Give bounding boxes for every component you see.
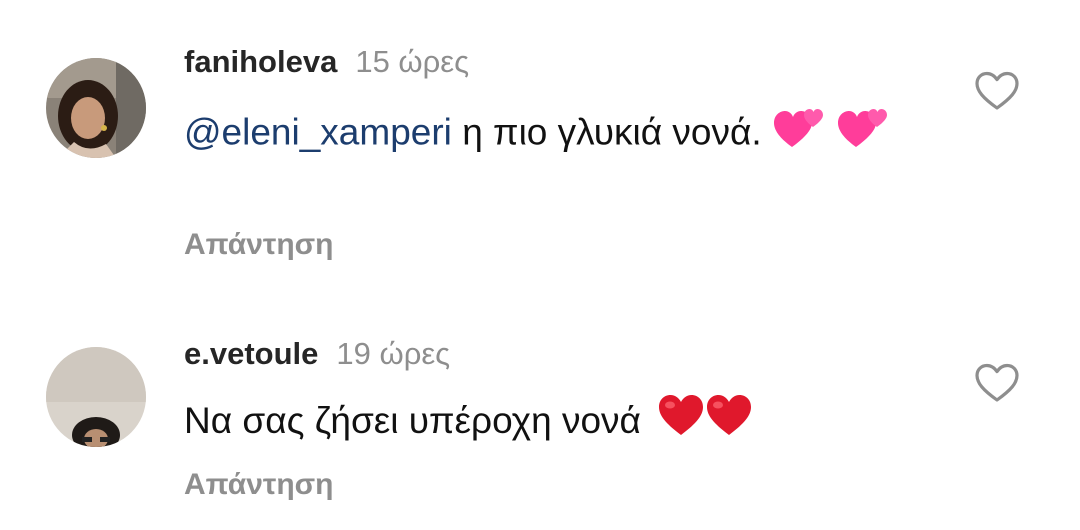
mention-link[interactable]: @eleni_xamperi	[184, 111, 452, 152]
comment-body: Να σας ζήσει υπέροχη νονά	[184, 400, 641, 441]
avatar-photo	[46, 58, 146, 158]
two-hearts-icon	[772, 103, 826, 166]
timestamp: 19 ώρες	[336, 336, 451, 371]
heart-outline-icon	[975, 363, 1019, 402]
comment-text: Να σας ζήσει υπέροχη νονά	[184, 392, 924, 454]
comment-body: η πιο γλυκιά νονά.	[462, 111, 762, 153]
comment-header: e.vetoule 19 ώρες	[184, 336, 450, 372]
two-hearts-icon	[836, 103, 890, 166]
avatar[interactable]	[46, 58, 146, 158]
reply-button[interactable]: Απάντηση	[184, 228, 334, 262]
avatar-photo	[46, 347, 146, 447]
heart-outline-icon	[975, 71, 1019, 110]
reply-button[interactable]: Απάντηση	[184, 468, 334, 502]
comment-header: faniholeva 15 ώρες	[184, 44, 469, 80]
avatar[interactable]	[46, 347, 146, 447]
comment-item: e.vetoule 19 ώρες Να σας ζήσει υπέροχη νο…	[0, 290, 1080, 530]
username[interactable]: faniholeva	[184, 44, 337, 79]
username[interactable]: e.vetoule	[184, 336, 318, 371]
red-heart-icon	[657, 393, 705, 454]
comment-item: faniholeva 15 ώρες @eleni_xamperi η πιο γ…	[0, 0, 1080, 290]
red-heart-icon	[705, 393, 753, 454]
like-button[interactable]	[974, 362, 1020, 404]
like-button[interactable]	[974, 70, 1020, 112]
comment-text: @eleni_xamperi η πιο γλυκιά νονά.	[184, 103, 924, 166]
timestamp: 15 ώρες	[355, 44, 470, 79]
